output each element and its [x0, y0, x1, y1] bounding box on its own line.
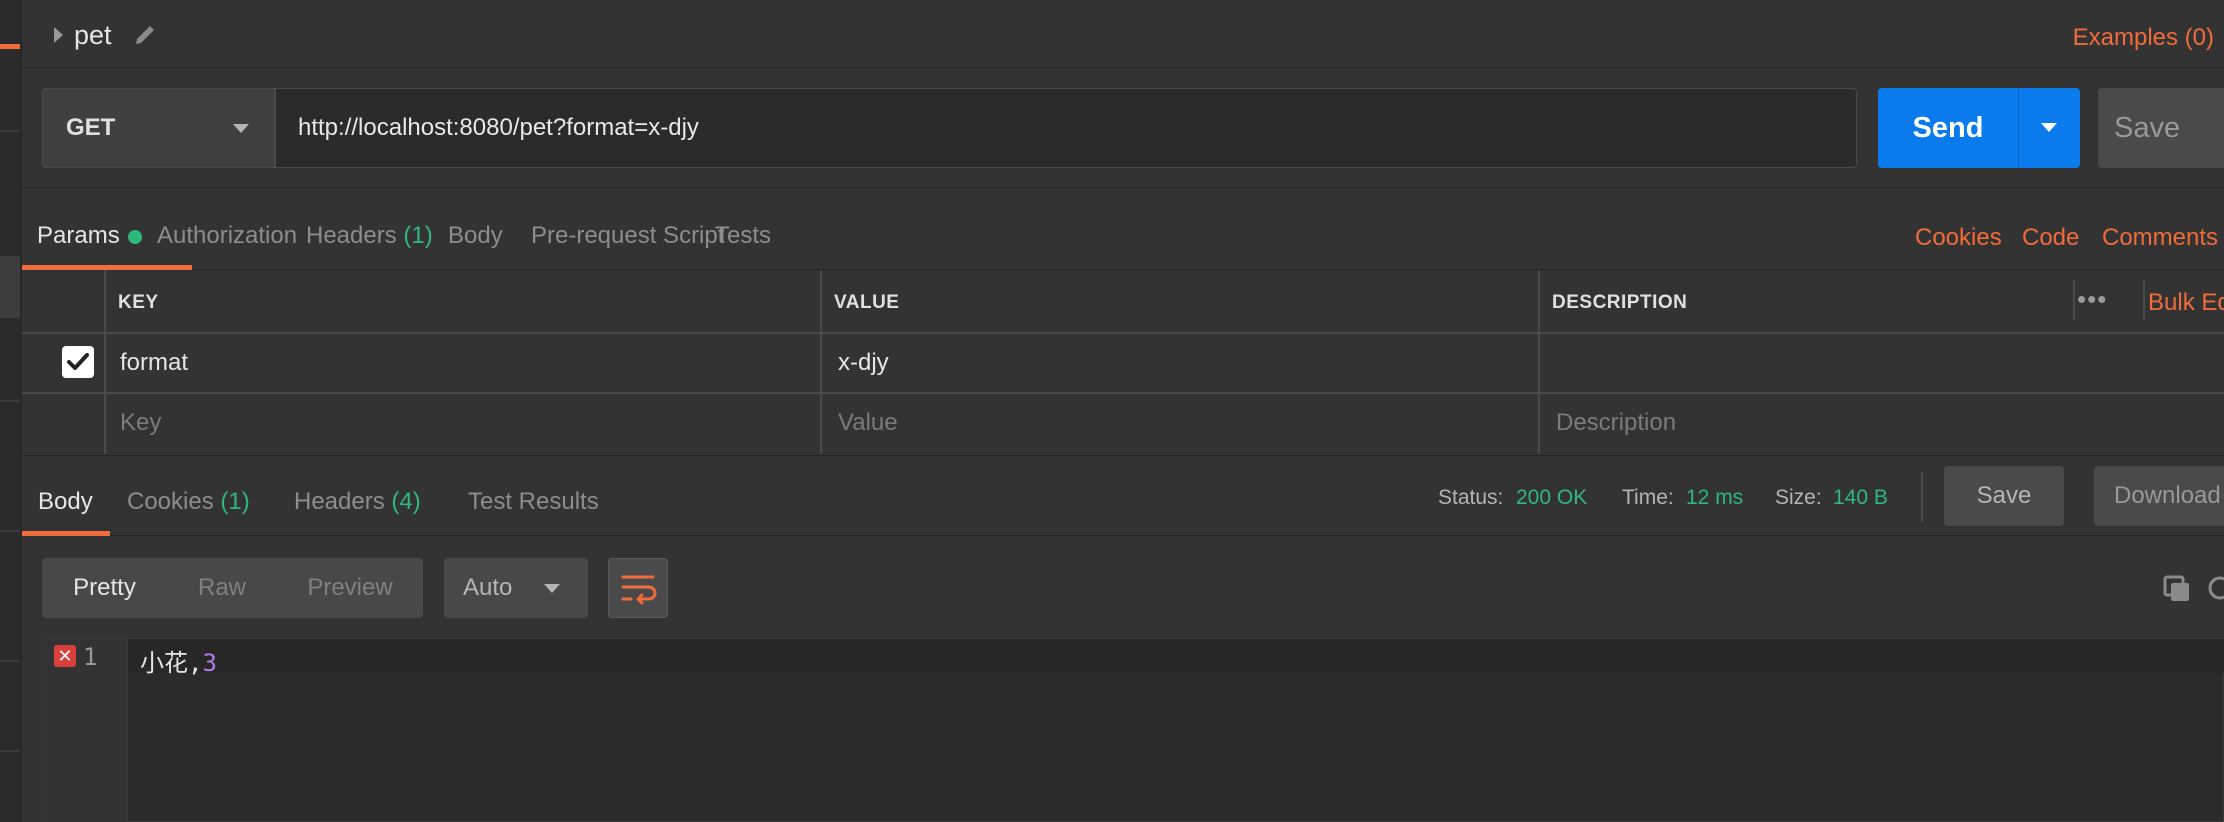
chevron-down-icon	[233, 124, 249, 133]
search-icon[interactable]	[2206, 574, 2224, 604]
tab-test-results[interactable]: Test Results	[468, 488, 599, 516]
bulk-edit-link[interactable]: Bulk Edit	[2148, 289, 2224, 317]
send-options-button[interactable]	[2018, 88, 2080, 168]
row-checkbox-cell	[22, 334, 106, 392]
comments-link[interactable]: Comments	[2102, 224, 2218, 252]
table-header-key: KEY	[106, 270, 822, 332]
request-title-bar: pet Examples (0)	[22, 0, 2224, 68]
tab-body[interactable]: Body	[448, 222, 503, 250]
error-icon[interactable]: ✕	[54, 645, 76, 667]
status-label: Status:	[1438, 486, 1504, 509]
sidebar-divider	[0, 750, 20, 752]
checkmark-icon	[67, 353, 89, 370]
tab-headers[interactable]: Headers (1)	[306, 222, 433, 250]
param-description-cell[interactable]	[1540, 334, 2224, 392]
param-value-cell[interactable]: x-djy	[822, 334, 1540, 392]
sidebar-divider	[0, 530, 20, 532]
chevron-down-icon	[2041, 123, 2057, 132]
status-value: 200 OK	[1516, 486, 1588, 509]
sidebar-strip	[0, 0, 22, 822]
request-tabs: Params Authorization Headers (1) Body Pr…	[22, 188, 2224, 270]
param-key: format	[120, 349, 189, 376]
new-description-cell[interactable]: Description	[1540, 394, 2224, 454]
size-value: 140 B	[1833, 486, 1888, 509]
params-table: KEY VALUE DESCRIPTION ••• Bulk Edit	[22, 270, 2224, 456]
format-label: Auto	[463, 574, 513, 601]
send-button[interactable]: Send	[1878, 88, 2018, 168]
row-checkbox-cell	[22, 394, 106, 454]
size-label: Size:	[1775, 486, 1822, 509]
sidebar-divider	[0, 130, 20, 132]
more-options-icon[interactable]: •••	[2077, 284, 2107, 315]
url-input[interactable]	[275, 88, 1857, 168]
response-tabs: Body Cookies (1) Headers (4) Test Result…	[22, 456, 2224, 536]
tab-tests[interactable]: Tests	[715, 222, 771, 250]
new-key-cell[interactable]: Key	[106, 394, 822, 454]
request-name[interactable]: pet	[74, 20, 112, 51]
description-placeholder: Description	[1556, 409, 1677, 436]
sidebar-selected-item[interactable]	[0, 256, 20, 318]
method-select[interactable]: GET	[42, 88, 275, 168]
table-header-row: KEY VALUE DESCRIPTION ••• Bulk Edit	[22, 270, 2224, 334]
param-value: x-djy	[838, 349, 889, 376]
caret-right-icon[interactable]	[54, 27, 63, 43]
copy-icon[interactable]	[2162, 574, 2192, 604]
line-number: 1	[83, 643, 98, 671]
table-header-checkbox-cell	[22, 270, 106, 332]
value-placeholder: Value	[838, 409, 898, 436]
download-button[interactable]: Download	[2094, 466, 2224, 526]
tab-params[interactable]: Params	[37, 222, 142, 250]
divider	[1921, 472, 1923, 522]
wrap-lines-icon	[621, 575, 657, 605]
tab-response-body[interactable]: Body	[38, 488, 93, 516]
response-body-toolbar: Pretty Raw Preview Auto	[22, 536, 2224, 638]
time-label: Time:	[1622, 486, 1674, 509]
table-header-description: DESCRIPTION	[1540, 270, 2224, 332]
header-divider	[2143, 280, 2145, 320]
response-body-editor[interactable]: ✕ 1 小花,3	[42, 638, 2224, 822]
sidebar-divider	[0, 660, 20, 662]
tab-response-headers[interactable]: Headers (4)	[294, 488, 421, 516]
method-label: GET	[66, 114, 116, 141]
sidebar-accent	[0, 44, 20, 49]
tab-response-cookies[interactable]: Cookies (1)	[127, 488, 250, 516]
tab-pre-request-script[interactable]: Pre-request Script	[531, 222, 724, 250]
save-button[interactable]: Save	[2098, 88, 2224, 168]
wrap-lines-button[interactable]	[608, 558, 668, 618]
url-bar: GET Send Save	[22, 68, 2224, 188]
request-panel: pet Examples (0) GET Send Save Params Au…	[22, 0, 2224, 822]
new-value-cell[interactable]: Value	[822, 394, 1540, 454]
table-header-value: VALUE	[822, 270, 1540, 332]
params-active-dot	[127, 229, 142, 244]
time-value: 12 ms	[1686, 486, 1744, 509]
view-preview-button[interactable]: Preview	[277, 558, 423, 618]
table-row: format x-djy	[22, 334, 2224, 394]
key-placeholder: Key	[120, 409, 162, 436]
code-text: 小花,3	[140, 649, 217, 677]
view-raw-button[interactable]: Raw	[167, 558, 277, 618]
param-enabled-checkbox[interactable]	[62, 346, 94, 378]
editor-gutter: ✕ 1	[43, 639, 128, 822]
tab-authorization[interactable]: Authorization	[157, 222, 297, 250]
code-line: 小花,3	[128, 639, 2224, 677]
table-row-new: Key Value Description	[22, 394, 2224, 454]
code-link[interactable]: Code	[2022, 224, 2079, 252]
param-key-cell[interactable]: format	[106, 334, 822, 392]
view-pretty-button[interactable]: Pretty	[42, 558, 167, 618]
cookies-link[interactable]: Cookies	[1915, 224, 2002, 252]
view-mode-group: Pretty Raw Preview	[42, 558, 423, 618]
format-select[interactable]: Auto	[444, 558, 588, 618]
header-divider	[2073, 280, 2075, 320]
pencil-icon[interactable]	[132, 22, 160, 50]
save-response-button[interactable]: Save	[1944, 466, 2064, 526]
chevron-down-icon	[544, 584, 560, 593]
sidebar-divider	[0, 400, 20, 402]
examples-link[interactable]: Examples (0)	[2073, 24, 2214, 52]
